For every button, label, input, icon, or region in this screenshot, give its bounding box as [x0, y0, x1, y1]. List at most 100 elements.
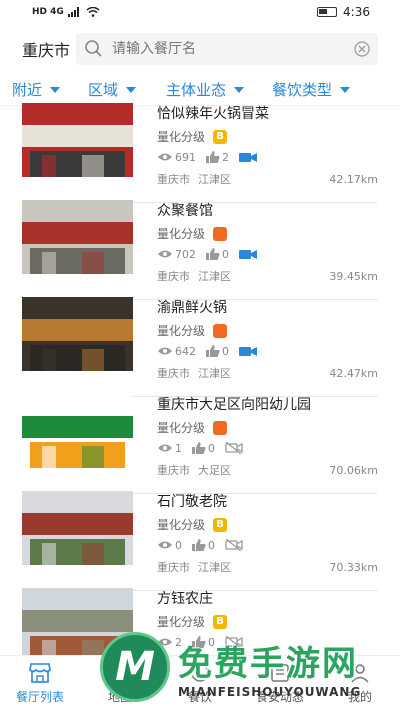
filter-area[interactable]: 区域	[88, 79, 137, 100]
likes-count[interactable]: 0	[192, 539, 215, 552]
grade-row: 量化分级	[157, 223, 378, 244]
views-count: 691	[157, 151, 196, 164]
grade-badge	[213, 420, 228, 435]
restaurant-photo	[22, 200, 133, 274]
district: 江津区	[198, 561, 231, 574]
restaurant-photo-image	[22, 297, 133, 371]
tab-food[interactable]: 餐饮	[160, 656, 240, 711]
location-row: 重庆市 江津区 70.33km	[157, 555, 378, 579]
list-item[interactable]: 重庆市大足区向阳幼儿园 量化分级 1 0 重庆市 大足区 70.06km	[0, 394, 400, 494]
restaurant-photo-image	[22, 491, 133, 565]
filter-nearby[interactable]: 附近	[12, 79, 61, 100]
location-row: 重庆市 江津区 42.17km	[157, 167, 378, 191]
list-item[interactable]: 渝鼎鲜火锅 量化分级 642 0 重庆市 江津区 42.47km	[0, 297, 400, 397]
likes-value: 0	[208, 441, 215, 455]
city: 重庆市	[157, 270, 190, 283]
grade-row: 量化分级 B	[157, 611, 378, 632]
stats-row: 702 0	[157, 244, 378, 264]
restaurant-info: 恰似辣年火锅冒菜 量化分级 B 691 2 重庆市 江津区 42.17km	[133, 106, 378, 203]
likes-count[interactable]: 2	[206, 151, 229, 164]
grade-badge: B	[213, 614, 228, 629]
tab-mine[interactable]: 我的	[320, 656, 400, 711]
tab-food-safety-news[interactable]: 食安动态	[240, 656, 320, 711]
location-row: 重庆市 江津区 39.45km	[157, 264, 378, 288]
grade-badge: B	[213, 129, 228, 144]
live-camera[interactable]	[239, 152, 259, 163]
views-value: 0	[175, 538, 182, 552]
city: 重庆市	[157, 464, 190, 477]
views-count: 642	[157, 345, 196, 358]
restaurant-name: 恰似辣年火锅冒菜	[157, 106, 269, 122]
caret-down-icon	[50, 86, 61, 93]
eye-icon	[158, 347, 172, 355]
grade-row: 量化分级	[157, 320, 378, 341]
restaurant-info: 重庆市大足区向阳幼儿园 量化分级 1 0 重庆市 大足区 70.06km	[133, 397, 378, 494]
list-item[interactable]: 石门敬老院 量化分级 B 0 0 重庆市 江津区 70.33km	[0, 491, 400, 591]
eye-icon	[158, 541, 172, 549]
search-icon	[85, 40, 102, 57]
restaurant-photo-image	[22, 103, 133, 177]
live-camera[interactable]	[239, 346, 259, 357]
search-box[interactable]	[76, 33, 378, 65]
grade-label: 量化分级	[157, 130, 206, 144]
grade-label: 量化分级	[157, 324, 206, 338]
thumbs-up-icon	[206, 248, 220, 260]
search-input[interactable]	[112, 41, 354, 57]
user-icon	[351, 664, 369, 683]
stats-row: 642 0	[157, 341, 378, 361]
network-label: HD 4G	[32, 7, 64, 17]
filter-business-type[interactable]: 主体业态	[166, 79, 245, 100]
restaurant-photo-image	[22, 394, 133, 468]
city-selector[interactable]: 重庆市	[22, 37, 70, 61]
location-row: 重庆市 大足区 70.06km	[157, 458, 378, 482]
distance: 42.17km	[329, 172, 378, 186]
filter-food-type[interactable]: 餐饮类型	[272, 79, 351, 100]
likes-count[interactable]: 0	[206, 345, 229, 358]
video-camera-icon	[239, 346, 257, 356]
thumbs-up-icon	[192, 636, 206, 648]
eye-icon	[158, 638, 172, 646]
city: 重庆市	[157, 173, 190, 186]
restaurant-info: 渝鼎鲜火锅 量化分级 642 0 重庆市 江津区 42.47km	[133, 300, 378, 397]
restaurant-photo-image	[22, 200, 133, 274]
live-camera[interactable]	[239, 249, 259, 260]
grade-badge	[213, 323, 228, 338]
tab-restaurant-list[interactable]: 餐厅列表	[0, 656, 80, 711]
distance: 70.06km	[329, 463, 378, 477]
views-count: 1	[157, 442, 182, 455]
clear-icon[interactable]	[354, 41, 370, 57]
district: 江津区	[198, 173, 231, 186]
grade-badge: B	[213, 517, 228, 532]
camera-off	[225, 636, 245, 648]
restaurant-photo	[22, 103, 133, 177]
tab-map[interactable]: 地图	[80, 656, 160, 711]
grade-label: 量化分级	[157, 227, 206, 241]
grade-label: 量化分级	[157, 421, 206, 435]
battery-icon	[317, 7, 338, 17]
shop-icon	[29, 663, 51, 683]
restaurant-photo-image	[22, 588, 133, 662]
distance: 42.47km	[329, 366, 378, 380]
camera-off	[225, 539, 245, 551]
tab-label: 食安动态	[255, 690, 304, 704]
likes-count[interactable]: 0	[192, 442, 215, 455]
list-item[interactable]: 众聚餐馆 量化分级 702 0 重庆市 江津区 39.45km	[0, 200, 400, 300]
stats-row: 2 0	[157, 632, 378, 652]
likes-count[interactable]: 0	[192, 636, 215, 649]
list-item[interactable]: 恰似辣年火锅冒菜 量化分级 B 691 2 重庆市 江津区 42.17km	[0, 103, 400, 203]
likes-count[interactable]: 0	[206, 248, 229, 261]
filter-label: 主体业态	[166, 81, 227, 99]
likes-value: 0	[222, 344, 229, 358]
grade-row: 量化分级 B	[157, 514, 378, 535]
restaurant-name: 方钰农庄	[157, 591, 213, 607]
filter-label: 附近	[12, 81, 43, 99]
views-value: 691	[175, 150, 196, 164]
stats-row: 691 2	[157, 147, 378, 167]
tab-label: 餐饮	[187, 690, 212, 704]
restaurant-info: 众聚餐馆 量化分级 702 0 重庆市 江津区 39.45km	[133, 203, 378, 300]
eye-icon	[158, 250, 172, 258]
views-value: 642	[175, 344, 196, 358]
distance: 39.45km	[329, 269, 378, 283]
likes-value: 0	[208, 538, 215, 552]
signal-icon	[67, 7, 79, 17]
